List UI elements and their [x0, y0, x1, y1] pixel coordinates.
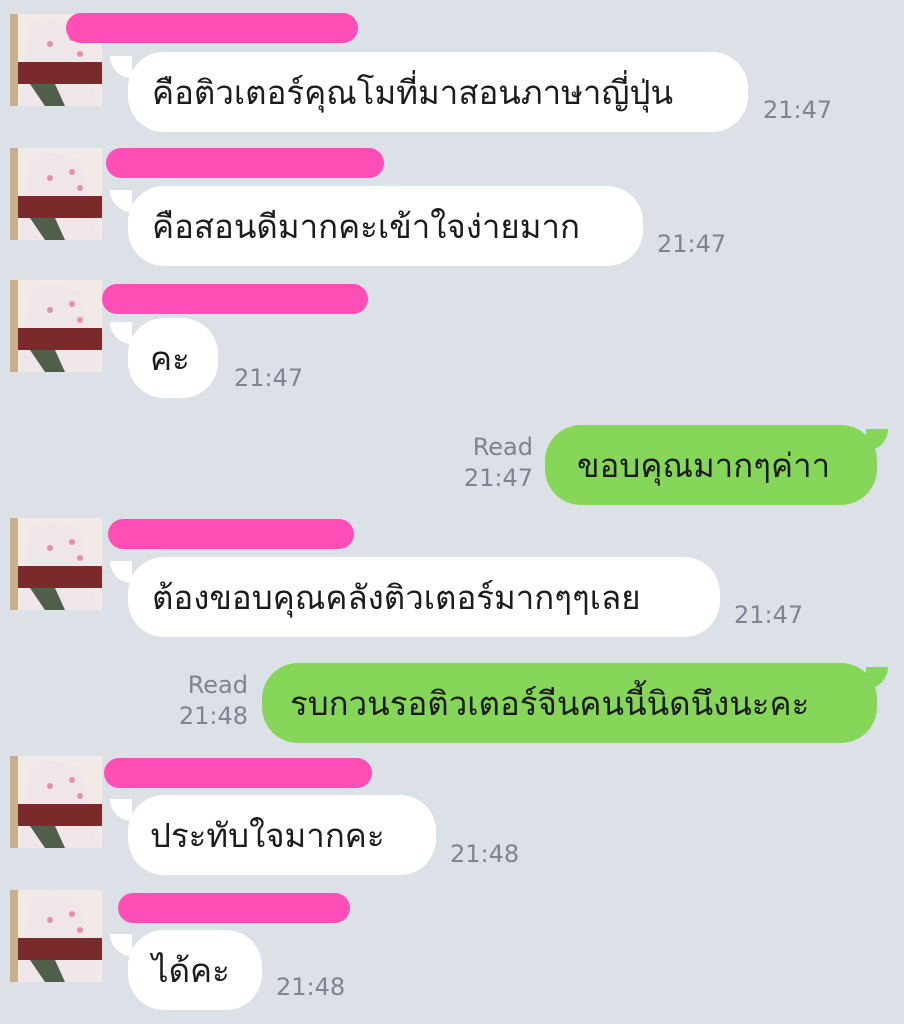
avatar-image: [10, 280, 102, 372]
message-bubble[interactable]: ขอบคุณมากๆค่าา: [545, 425, 877, 505]
contact-avatar[interactable]: [10, 280, 102, 372]
sender-name-redacted: [106, 148, 384, 178]
message-text: คะ: [150, 338, 190, 378]
message-text: ขอบคุณมากๆค่าา: [577, 445, 831, 485]
read-status: Read: [187, 671, 248, 699]
message-time: 21:48: [276, 973, 346, 1001]
bubble-tail: [110, 322, 132, 344]
message-text: ประทับใจมากคะ: [150, 815, 385, 855]
bubble-tail: [110, 190, 132, 212]
bubble-tail: [110, 799, 132, 821]
sender-name-redacted: [108, 519, 354, 549]
bubble-tail: [110, 56, 132, 78]
message-meta: Read 21:47: [455, 432, 533, 494]
message-meta: Read 21:48: [170, 670, 248, 732]
message-bubble[interactable]: คือสอนดีมากคะเข้าใจง่ายมาก: [128, 186, 643, 266]
message-bubble[interactable]: ต้องขอบคุณคลังติวเตอร์มากๆๆเลย: [128, 557, 720, 637]
sender-name-redacted: [102, 284, 368, 314]
message-time: 21:47: [463, 464, 533, 493]
bubble-tail: [110, 934, 132, 956]
message-time: 21:47: [763, 96, 833, 124]
sender-name-redacted: [66, 13, 358, 43]
message-text: ต้องขอบคุณคลังติวเตอร์มากๆๆเลย: [152, 577, 641, 617]
message-bubble[interactable]: ประทับใจมากคะ: [128, 795, 436, 875]
bubble-tail: [110, 561, 132, 583]
read-status: Read: [472, 433, 533, 461]
message-bubble[interactable]: คือติวเตอร์คุณโมที่มาสอนภาษาญี่ปุ่น: [128, 52, 748, 132]
message-time: 21:47: [657, 230, 727, 258]
contact-avatar[interactable]: [10, 756, 102, 848]
contact-avatar[interactable]: [10, 518, 102, 610]
message-text: คือติวเตอร์คุณโมที่มาสอนภาษาญี่ปุ่น: [152, 72, 674, 112]
chat-thread: คือติวเตอร์คุณโมที่มาสอนภาษาญี่ปุ่น 21:4…: [0, 0, 904, 1024]
message-text: รบกวนรอติวเตอร์จีนคนนี้นิดนึงนะคะ: [290, 683, 810, 723]
message-bubble[interactable]: คะ: [128, 318, 218, 398]
bubble-tail: [866, 667, 888, 689]
avatar-image: [10, 756, 102, 848]
contact-avatar[interactable]: [10, 890, 102, 982]
message-time: 21:47: [234, 364, 304, 392]
avatar-image: [10, 518, 102, 610]
bubble-tail: [866, 429, 888, 451]
message-time: 21:48: [178, 702, 248, 731]
avatar-image: [10, 148, 102, 240]
contact-avatar[interactable]: [10, 148, 102, 240]
message-bubble[interactable]: ได้คะ: [128, 930, 262, 1010]
sender-name-redacted: [104, 758, 372, 788]
message-text: คือสอนดีมากคะเข้าใจง่ายมาก: [152, 206, 580, 246]
message-time: 21:47: [734, 601, 804, 629]
message-bubble[interactable]: รบกวนรอติวเตอร์จีนคนนี้นิดนึงนะคะ: [262, 663, 877, 743]
avatar-image: [10, 890, 102, 982]
sender-name-redacted: [118, 893, 350, 923]
message-time: 21:48: [450, 840, 520, 868]
message-text: ได้คะ: [152, 950, 230, 990]
